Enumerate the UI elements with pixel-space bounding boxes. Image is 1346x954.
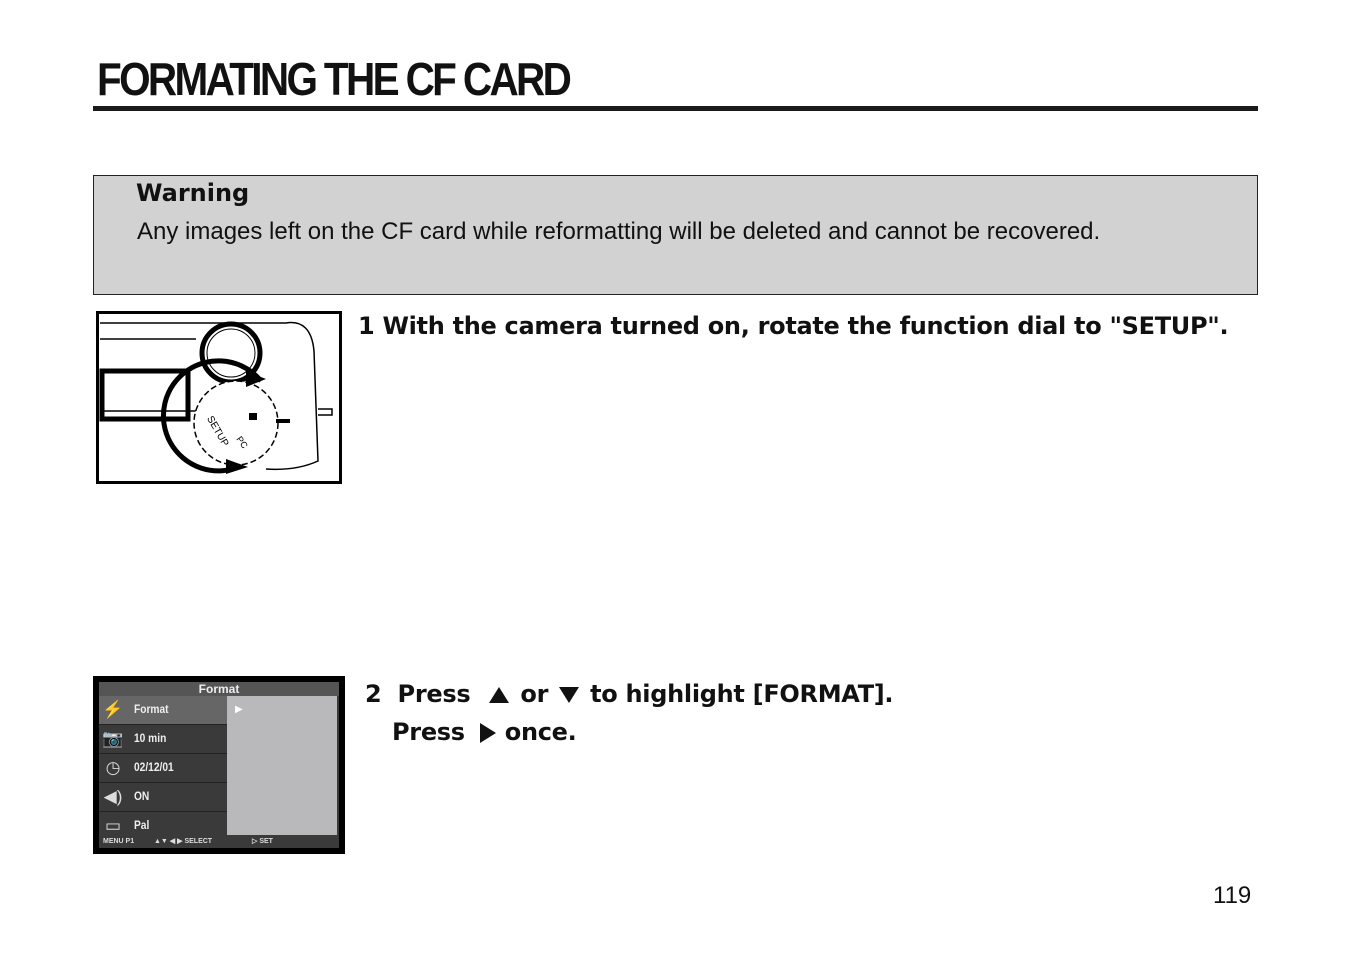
right-arrow-icon: ▶ — [235, 704, 243, 715]
clock-icon: ◷ — [105, 758, 121, 777]
lcd-row-sleep: 📷 10 min — [99, 725, 227, 754]
step-2-line-1: 2 Press or to highlight [FORMAT]. — [365, 680, 894, 708]
lcd-row-format: ⚡ Format — [99, 696, 227, 725]
step-1-text: 1 With the camera turned on, rotate the … — [358, 312, 1229, 340]
warning-text: Any images left on the CF card while ref… — [137, 218, 1101, 245]
lcd-footer: MENU P1 ▲▼ ◀ ▶ SELECT ▷ SET — [99, 835, 339, 848]
camera-dial-illustration: SETUP PC — [96, 311, 342, 484]
speaker-icon: ◀) — [103, 787, 123, 806]
lcd-row-sound: ◀) ON — [99, 783, 227, 812]
step-2-line-2: Press once. — [392, 718, 577, 746]
lcd-menu-screenshot: Format ⚡ Format 📷 10 min ◷ 02/12/01 ◀) ON ▭ P… — [93, 676, 345, 854]
format-icon: ⚡ — [102, 700, 124, 719]
up-triangle-icon — [489, 687, 510, 703]
lcd-row-date: ◷ 02/12/01 — [99, 754, 227, 783]
down-triangle-icon — [559, 687, 580, 703]
manual-page: FORMATING THE CF CARD Warning Any images… — [0, 0, 1346, 954]
lcd-submenu-panel: ▶ — [227, 696, 337, 835]
page-number: 119 — [1213, 882, 1252, 909]
sleep-camera-icon: 📷 — [102, 729, 124, 748]
lcd-header: Format — [99, 682, 339, 696]
right-triangle-icon — [479, 723, 496, 743]
warning-heading: Warning — [136, 179, 250, 207]
title-rule — [93, 106, 1258, 111]
page-title: FORMATING THE CF CARD — [97, 53, 572, 105]
warning-box: Warning Any images left on the CF card w… — [93, 175, 1258, 295]
